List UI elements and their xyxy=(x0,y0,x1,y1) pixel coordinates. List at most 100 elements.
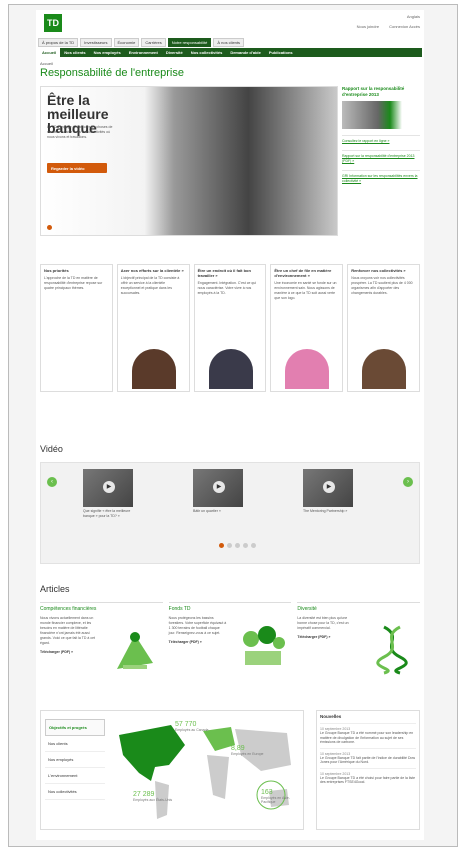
community-photo xyxy=(362,349,407,389)
carousel-dot[interactable] xyxy=(235,543,240,548)
employee-photo xyxy=(208,349,253,389)
language-link[interactable]: Anglais xyxy=(407,14,420,19)
site-header: TD Anglais Nous joindre Connexion Accès xyxy=(36,10,424,36)
news-panel: Nouvelles 10 septembre 2013 Le Groupe Ba… xyxy=(316,710,420,830)
watch-video-button[interactable]: Regarder la vidéo xyxy=(47,163,107,173)
report-sidebar: Rapport sur la responsabilité d'entrepri… xyxy=(342,86,420,190)
stat-value: 57 770 xyxy=(175,721,197,728)
report-link-gri[interactable]: GRI Information sur les responsabilités … xyxy=(342,170,420,184)
trees-illustration xyxy=(243,626,286,665)
article-text: Nous protégeons les bassins forestiers. … xyxy=(168,616,227,635)
menu-employees[interactable]: Nos employés xyxy=(45,752,105,768)
card-text: Engagement. Intégration. C'est ce qui no… xyxy=(197,281,257,295)
map-pin-illustration xyxy=(116,632,153,669)
nav-communities[interactable]: Nos collectivités xyxy=(187,48,227,57)
news-text[interactable]: Le Groupe Banque TD a été choisi pour fa… xyxy=(320,776,416,785)
article-td-fund: Fonds TD Nous protégeons les bassins for… xyxy=(168,602,292,688)
objectives-menu: Objectifs et progrès Nos clients Nos emp… xyxy=(45,719,105,800)
video-caption-2[interactable]: Bâtir un quartier » xyxy=(193,509,248,514)
nav-donations[interactable]: Demande d'aide xyxy=(226,48,265,57)
report-link-online[interactable]: Consultez le rapport en ligne » xyxy=(342,135,420,144)
article-financial-literacy: Compétences financières Nous vivons actu… xyxy=(40,602,163,688)
video-thumb-1[interactable]: ▶ xyxy=(83,469,133,507)
nav-home[interactable]: Accueil xyxy=(38,48,61,57)
video-thumb-3[interactable]: ▶ xyxy=(303,469,353,507)
play-icon[interactable]: ▶ xyxy=(213,481,225,493)
card-text: Nous croyons voir nos collectivités pros… xyxy=(351,276,413,295)
articles-list: Compétences financières Nous vivons actu… xyxy=(40,602,421,688)
priority-cards: Nos priorités L'approche de la TD en mat… xyxy=(40,264,420,392)
stat-label: Employés en Europe xyxy=(231,752,264,756)
td-logo[interactable]: TD xyxy=(44,14,62,32)
article-title[interactable]: Compétences financières xyxy=(40,606,163,612)
articles-heading: Articles xyxy=(40,584,70,594)
video-caption-1[interactable]: Que signifie « être la meilleure banque … xyxy=(83,509,138,519)
stat-label: Employés en Asie-Pacifique xyxy=(261,796,290,804)
card-workplace[interactable]: Être un endroit où il fait bon travaille… xyxy=(193,264,267,392)
breadcrumb[interactable]: Accueil xyxy=(40,61,53,66)
stat-europe: 8,89 Employés en Europe xyxy=(231,745,264,756)
news-title: Nouvelles xyxy=(320,714,342,719)
card-communities[interactable]: Renforcer nos collectivités » Nous croyo… xyxy=(347,264,420,392)
menu-communities[interactable]: Nos collectivités xyxy=(45,784,105,800)
carousel-dot[interactable] xyxy=(251,543,256,548)
report-title: Rapport sur la responsabilité d'entrepri… xyxy=(342,86,405,97)
article-diversity: Diversité La diversité est bien plus qu'… xyxy=(297,602,421,688)
tab-investors[interactable]: Investisseurs xyxy=(80,38,112,47)
card-title[interactable]: Être un endroit où il fait bon travaille… xyxy=(198,268,263,278)
stat-value: 163 xyxy=(261,789,273,796)
menu-environment[interactable]: L'environnement xyxy=(45,768,105,784)
hero-banner: Être la meilleure banque La TD s'engage … xyxy=(40,86,338,236)
news-text[interactable]: Le Groupe Banque TD fait partie de l'ind… xyxy=(320,756,416,765)
card-environment[interactable]: Être un chef de file en matière d'enviro… xyxy=(270,264,344,392)
carousel-prev-button[interactable]: ‹ xyxy=(47,477,57,487)
news-text[interactable]: Le Groupe Banque TD a été nommé pour son… xyxy=(320,731,416,745)
stat-canada: 57 770 Employés au Canada xyxy=(175,721,208,732)
article-title[interactable]: Diversité xyxy=(297,606,420,612)
hero-text: La TD s'engage à améliorer les choses de… xyxy=(47,125,113,139)
tab-about[interactable]: À propos de la TD xyxy=(38,38,79,47)
menu-clients[interactable]: Nos clients xyxy=(45,736,105,752)
menu-objectives[interactable]: Objectifs et progrès xyxy=(45,719,105,736)
nav-publications[interactable]: Publications xyxy=(265,48,297,57)
video-thumb-2[interactable]: ▶ xyxy=(193,469,243,507)
card-title[interactable]: Être un chef de file en matière d'enviro… xyxy=(274,268,339,278)
tab-economy[interactable]: Économie xyxy=(113,38,140,47)
card-customers[interactable]: Axer nos efforts sur la clientèle » L'ob… xyxy=(116,264,190,392)
report-link-pdf[interactable]: Rapport sur la responsabilité d'entrepri… xyxy=(342,150,420,164)
carousel-dot[interactable] xyxy=(227,543,232,548)
hero-slide-indicator[interactable] xyxy=(47,225,52,230)
report-thumbnail[interactable] xyxy=(342,101,402,129)
nav-employees[interactable]: Nos employés xyxy=(90,48,125,57)
tab-responsibility[interactable]: Notre responsabilité xyxy=(167,38,212,47)
play-icon[interactable]: ▶ xyxy=(323,481,335,493)
nav-environment[interactable]: Environnement xyxy=(125,48,162,57)
card-priorities: Nos priorités L'approche de la TD en mat… xyxy=(40,264,113,392)
carousel-dot[interactable] xyxy=(219,543,224,548)
nav-clients[interactable]: Nos clients xyxy=(60,48,89,57)
customer-photo xyxy=(131,349,176,389)
video-heading: Vidéo xyxy=(40,444,63,454)
article-title[interactable]: Fonds TD xyxy=(169,606,292,612)
dna-illustration xyxy=(376,625,408,675)
main-nav: Accueil Nos clients Nos employés Environ… xyxy=(38,48,422,57)
page-title: Responsabilité de l'entreprise xyxy=(40,67,184,79)
login-link[interactable]: Connexion Accès xyxy=(389,24,420,29)
tab-clients[interactable]: À nos clients xyxy=(213,38,245,47)
news-item[interactable]: 10 septembre 2013 Le Groupe Banque TD a … xyxy=(320,723,416,748)
card-title[interactable]: Axer nos efforts sur la clientèle » xyxy=(121,268,186,273)
stat-label: Employés aux États-Unis xyxy=(133,798,173,802)
carousel-pagination xyxy=(219,543,256,548)
card-title[interactable]: Renforcer nos collectivités » xyxy=(351,268,416,273)
news-item[interactable]: 10 septembre 2013 Le Groupe Banque TD a … xyxy=(320,767,416,788)
nav-diversity[interactable]: Diversité xyxy=(162,48,187,57)
carousel-next-button[interactable]: › xyxy=(403,477,413,487)
video-caption-3[interactable]: The Mentoring Partnership » xyxy=(303,509,358,514)
article-text: La diversité est bien plus qu'une bonne … xyxy=(297,616,349,630)
contact-link[interactable]: Nous joindre xyxy=(357,24,379,29)
carousel-dot[interactable] xyxy=(243,543,248,548)
play-icon[interactable]: ▶ xyxy=(103,481,115,493)
card-text: L'approche de la TD en matière de respon… xyxy=(44,276,103,290)
tab-careers[interactable]: Carrières xyxy=(141,38,166,47)
news-item[interactable]: 10 septembre 2013 Le Groupe Banque TD fa… xyxy=(320,747,416,768)
